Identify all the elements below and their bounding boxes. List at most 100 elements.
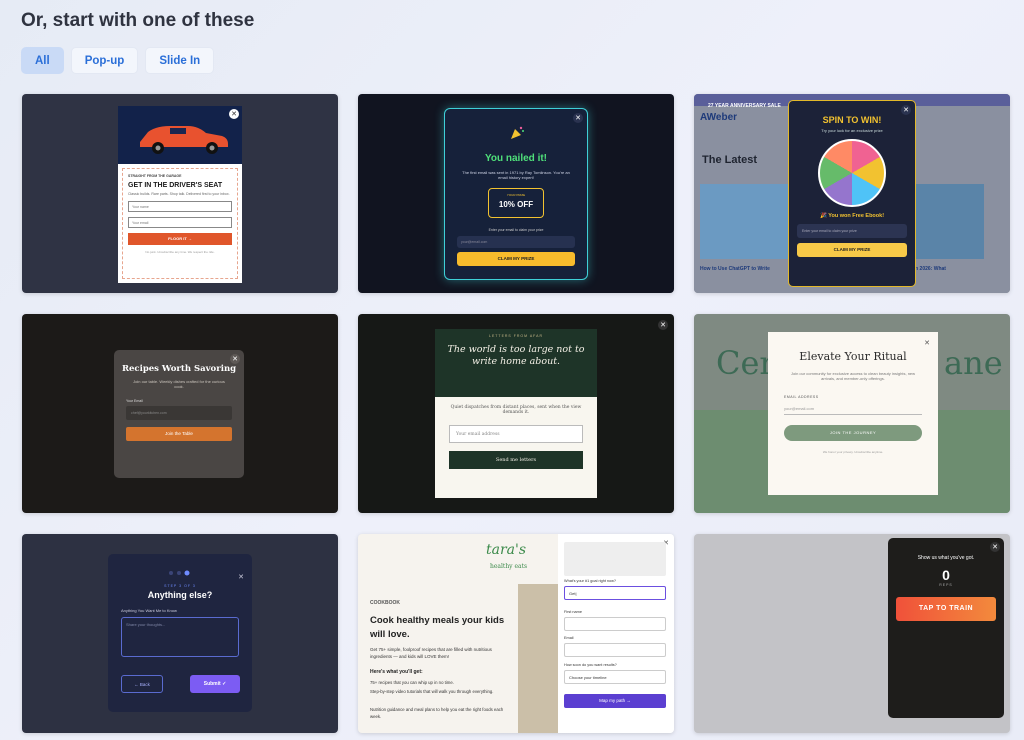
- benefit-item: Step-by-step video tutorials that will w…: [370, 689, 494, 694]
- email-field: your@email.com: [457, 236, 575, 248]
- close-icon[interactable]: ✕: [573, 113, 583, 123]
- article-thumbnail: [700, 184, 790, 259]
- claim-button: CLAIM MY PRIZE: [797, 243, 907, 257]
- site-heading: Cook healthy meals your kids will love.: [370, 615, 505, 640]
- prize-label: YOUR PRIZE: [506, 193, 526, 197]
- popup-text: Quiet dispatches from distant places, se…: [450, 405, 582, 415]
- timeline-select: Choose your timeline: [564, 670, 666, 684]
- email-field: Your email address: [449, 425, 583, 443]
- popup-title: Recipes Worth Savoring: [121, 364, 237, 374]
- field-label: How soon do you want results?: [564, 663, 617, 667]
- benefit-item: 75+ recipes that you can whip up in no t…: [370, 680, 454, 685]
- prize-value: 10% OFF: [498, 200, 534, 209]
- topbar-text: 27 YEAR ANNIVERSARY SALE: [708, 103, 781, 109]
- fine-print: We honor your privacy. Unsubscribe anyti…: [822, 450, 884, 454]
- article-thumbnail: [904, 184, 984, 259]
- article-title: How to Use ChatGPT to Write: [700, 266, 770, 272]
- eyebrow: LETTERS FROM AFAR: [489, 334, 543, 338]
- close-icon[interactable]: ✕: [901, 105, 911, 115]
- template-card-recipes[interactable]: ✕ Recipes Worth Savoring Join our table.…: [22, 314, 338, 513]
- benefits-heading: Here's what you'll get:: [370, 669, 423, 675]
- slide-in-form: ✕ What's your #1 goal right now? Get| Fi…: [558, 534, 674, 733]
- eyebrow: STRAIGHT FROM THE GARAGE: [128, 174, 182, 178]
- popup-preview: ✕ SPIN TO WIN! Try your luck for an excl…: [788, 100, 916, 287]
- template-card-ritual[interactable]: Cer ane ✕ Elevate Your Ritual Join our c…: [694, 314, 1010, 513]
- field-label: First name: [564, 610, 582, 614]
- template-card-survey[interactable]: ✕ STEP 3 OF 3 Anything else? Anything Yo…: [22, 534, 338, 733]
- site-logo-fragment: Cer: [716, 344, 775, 382]
- rep-count: 0: [942, 567, 950, 583]
- site-logo: AWeber: [700, 112, 738, 123]
- field-label: What's your #1 goal right now?: [564, 579, 617, 583]
- close-icon[interactable]: ✕: [229, 109, 239, 119]
- claim-button: CLAIM MY PRIZE: [457, 252, 575, 266]
- first-name-field: [564, 617, 666, 631]
- filter-slide-in[interactable]: Slide In: [145, 47, 215, 74]
- progress-chart: [564, 542, 666, 576]
- car-icon: [140, 126, 228, 154]
- popup-title: Elevate Your Ritual: [799, 350, 907, 363]
- popup-text: The first email was sent in 1971 by Ray …: [462, 170, 570, 180]
- template-card-spin[interactable]: 27 YEAR ANNIVERSARY SALE AWeber The Late…: [694, 94, 1010, 293]
- popup-preview: ✕ Show us what you've got. 0 REPS TAP TO…: [888, 538, 1004, 718]
- close-icon[interactable]: ✕: [922, 338, 932, 348]
- email-field: Enter your email to claim your prize: [797, 224, 907, 238]
- benefit-item: Nutrition guidance and meal plans to hel…: [370, 707, 504, 719]
- template-card-taras[interactable]: tara's healthy eats COOKBOOK Cook health…: [358, 534, 674, 733]
- food-photo: [518, 584, 558, 733]
- cta-button: FLOOR IT →: [128, 233, 232, 245]
- email-field: your@email.com: [784, 403, 922, 415]
- step-dots-icon: [169, 570, 190, 576]
- filter-tabs: All Pop-up Slide In: [21, 47, 215, 74]
- email-label: Enter your email to claim your prize: [488, 228, 544, 232]
- goal-field: Get|: [564, 586, 666, 600]
- rep-unit: REPS: [939, 583, 953, 587]
- close-icon[interactable]: ✕: [990, 542, 1000, 552]
- thoughts-textarea: Share your thoughts...: [121, 617, 239, 657]
- template-card-letters[interactable]: ✕ LETTERS FROM AFAR The world is too lar…: [358, 314, 674, 513]
- popup-title: GET IN THE DRIVER'S SEAT: [128, 182, 223, 189]
- back-button: ← Back: [121, 675, 163, 693]
- site-logo-fragment: ane: [944, 344, 1003, 382]
- popup-text: Try your luck for an exclusive prize: [821, 128, 883, 133]
- page-heading: Or, start with one of these: [21, 10, 255, 31]
- template-card-car[interactable]: ✕ STRAIGHT FROM THE GARAGE GET IN THE DR…: [22, 94, 338, 293]
- won-text: 🎉 You won Free Ebook!: [819, 213, 885, 219]
- popup-title: The world is too large not to write home…: [447, 344, 585, 368]
- popup-body: STRAIGHT FROM THE GARAGE GET IN THE DRIV…: [122, 168, 238, 279]
- template-card-train[interactable]: ✕ Show us what you've got. 0 REPS TAP TO…: [694, 534, 1010, 733]
- prize-wheel: [818, 139, 886, 207]
- eyebrow: COOKBOOK: [370, 600, 400, 606]
- template-card-prize[interactable]: ✕ You nailed it! The first email was sen…: [358, 94, 674, 293]
- site-text: Get 75+ simple, foolproof recipes that a…: [370, 647, 492, 659]
- site-heading: The Latest: [702, 154, 758, 166]
- close-icon[interactable]: ✕: [230, 354, 240, 364]
- close-icon[interactable]: ✕: [236, 572, 246, 582]
- popup-preview: ✕ Recipes Worth Savoring Join our table.…: [114, 350, 244, 478]
- popup-preview: LETTERS FROM AFAR The world is too large…: [435, 329, 597, 498]
- popup-preview: ✕ You nailed it! The first email was sen…: [444, 108, 588, 280]
- filter-popup[interactable]: Pop-up: [70, 47, 139, 74]
- email-field: chef@yourkitchen.com: [126, 406, 232, 421]
- close-icon[interactable]: ✕: [658, 320, 668, 330]
- step-indicator: STEP 3 OF 3: [164, 584, 196, 588]
- prize-box: YOUR PRIZE 10% OFF: [488, 188, 544, 218]
- popup-preview: ✕ STEP 3 OF 3 Anything else? Anything Yo…: [108, 554, 252, 712]
- email-label: Your Email: [126, 399, 143, 404]
- submit-button: Submit ✓: [190, 675, 240, 693]
- popup-text: Join our table. Weekly dishes crafted fo…: [133, 379, 225, 390]
- join-button: Join the Table: [126, 427, 232, 442]
- filter-all[interactable]: All: [21, 47, 64, 74]
- popup-text: Join our community for exclusive access …: [790, 371, 916, 381]
- send-button: Send me letters: [449, 451, 583, 469]
- popup-title: Show us what you've got.: [917, 555, 975, 561]
- field-label: Email: [564, 636, 574, 640]
- party-popper-icon: [511, 126, 524, 139]
- map-path-button: Map my path →: [564, 694, 666, 708]
- popup-preview: ✕ Elevate Your Ritual Join our community…: [768, 332, 938, 495]
- site-logo: tara's: [486, 542, 527, 558]
- field-label: Anything You Want Me to Know: [121, 608, 177, 613]
- popup-title: SPIN TO WIN!: [822, 115, 882, 125]
- car-banner: ✕: [118, 106, 242, 164]
- email-label: EMAIL ADDRESS: [784, 395, 819, 399]
